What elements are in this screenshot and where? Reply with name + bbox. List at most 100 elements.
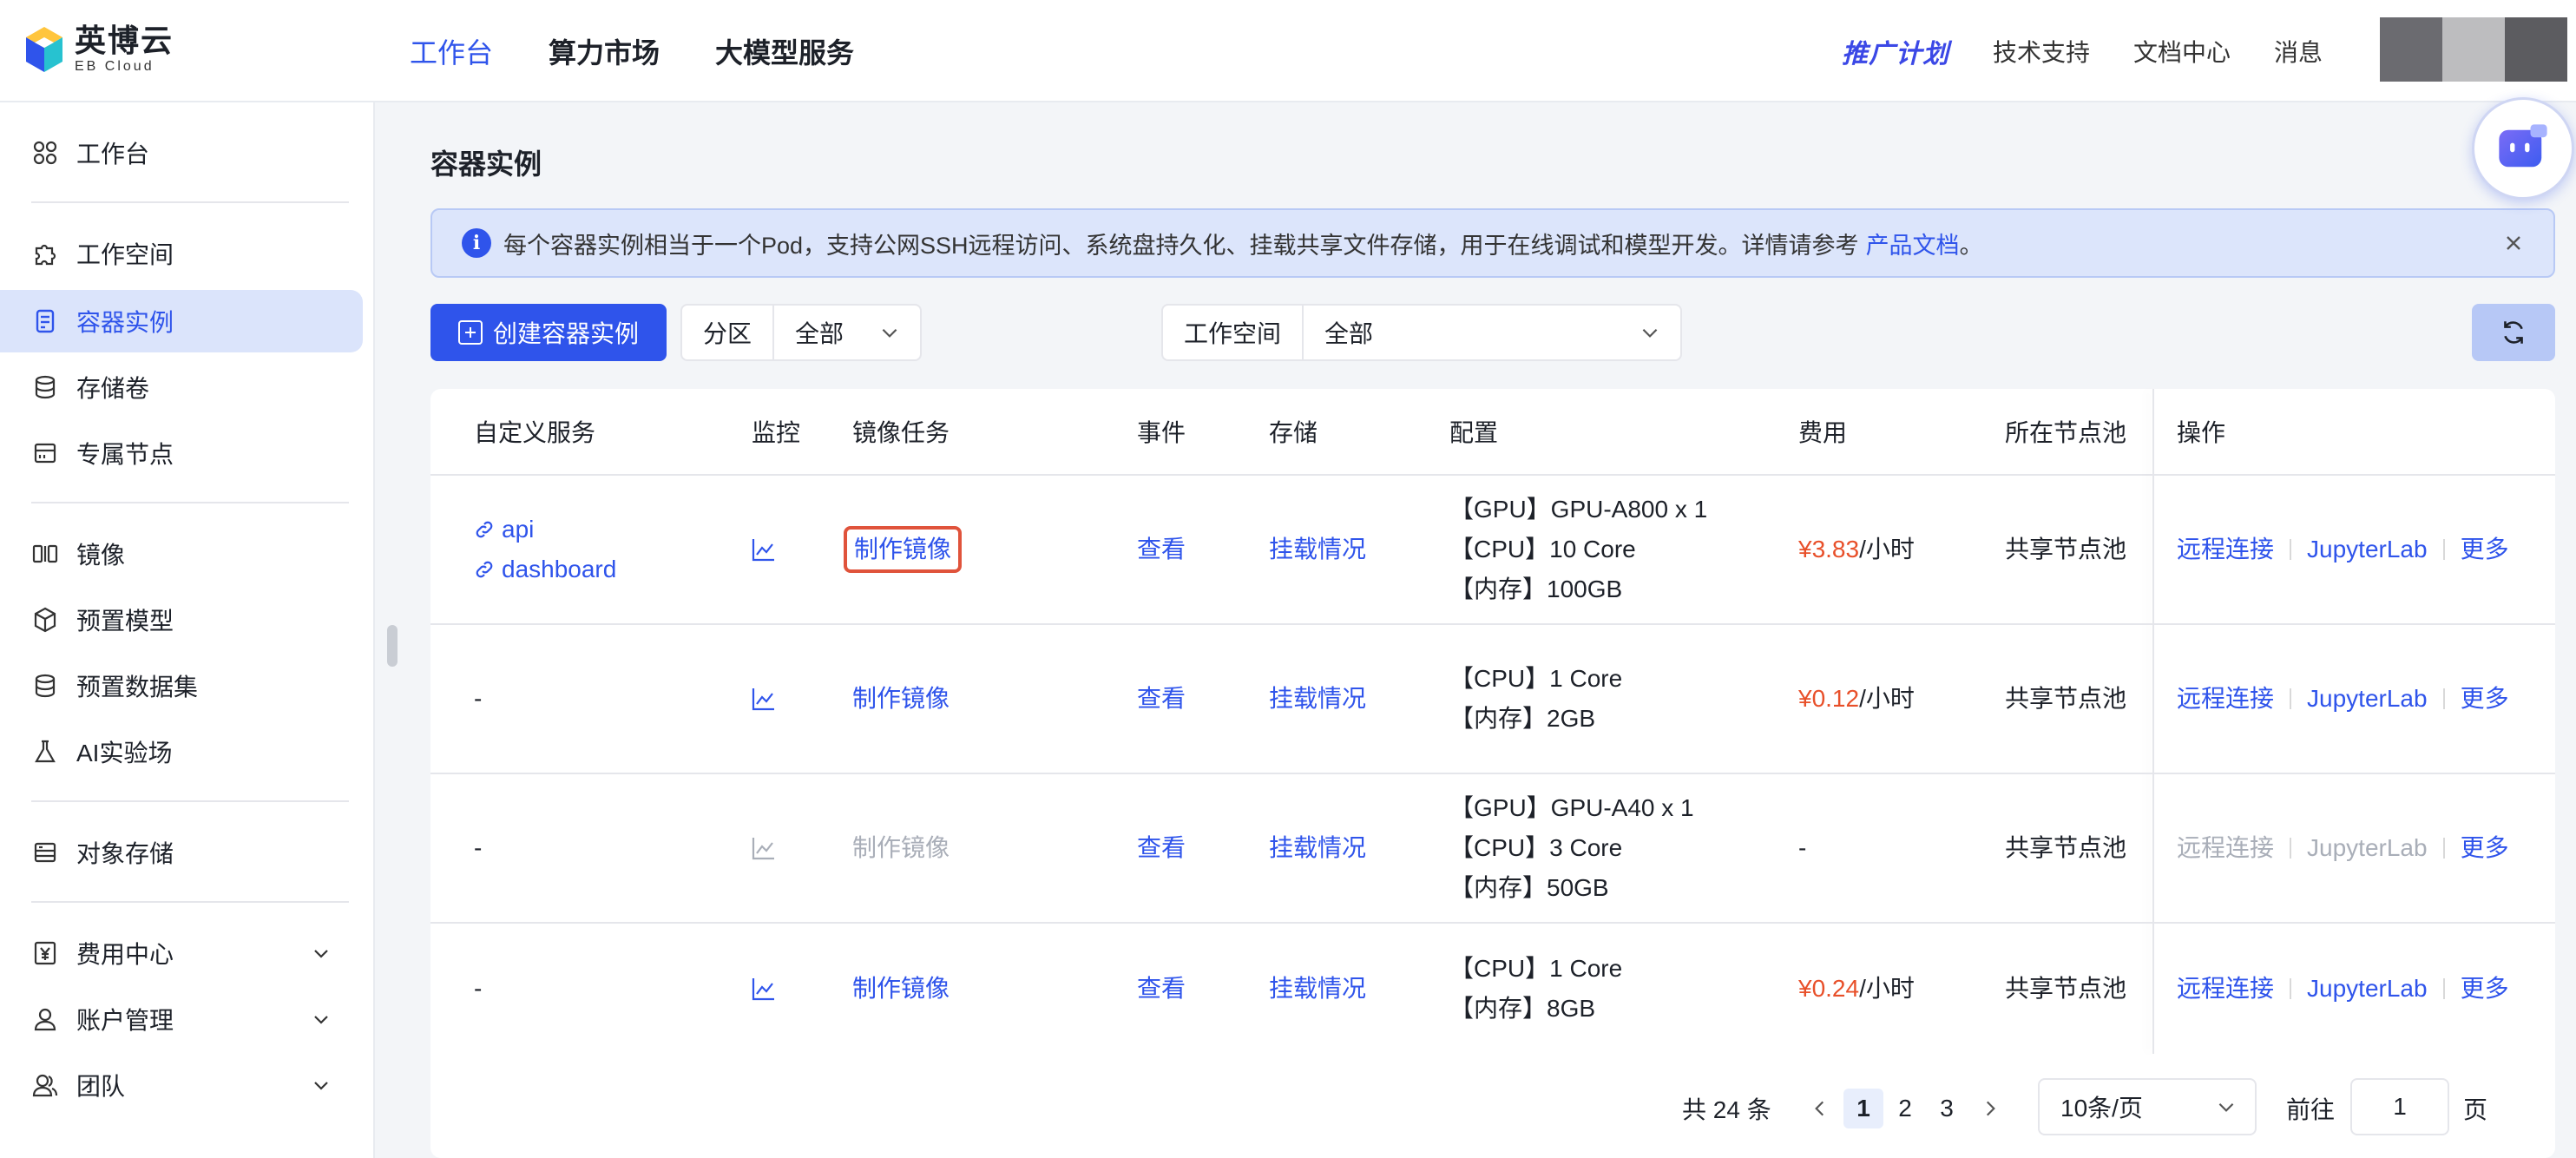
col-header-config: 配置 <box>1449 419 1499 446</box>
view-events-link[interactable]: 查看 <box>1137 476 1186 623</box>
avatar[interactable] <box>2380 17 2567 82</box>
page-3[interactable]: 3 <box>1927 1089 1967 1128</box>
monitor-chart-button[interactable] <box>750 625 778 773</box>
remote-connect-button[interactable]: 远程连接 <box>2177 679 2274 719</box>
table-row: - <box>474 834 483 861</box>
create-instance-button[interactable]: 创建容器实例 <box>430 304 667 361</box>
chevron-down-icon <box>314 1082 328 1090</box>
sidebar-item-team[interactable]: 团队 <box>0 1054 363 1116</box>
top-bar: 英博云 EB Cloud 工作台 算力市场 大模型服务 推广计划 技术支持 文档… <box>0 0 2576 102</box>
promo-link[interactable]: 推广计划 <box>1842 32 1949 70</box>
sidebar-item-dedicated-node[interactable]: 专属节点 <box>0 422 363 484</box>
image-icon <box>32 544 58 563</box>
puzzle-icon <box>35 244 56 266</box>
col-header-monitor: 监控 <box>752 419 801 446</box>
pagination-total: 共 24 条 <box>1682 1096 1771 1123</box>
sidebar-item-account[interactable]: 账户管理 <box>0 988 363 1050</box>
sidebar-collapse-handle[interactable] <box>387 625 398 667</box>
cube-icon <box>34 607 56 633</box>
goto-page-input[interactable] <box>2350 1078 2449 1135</box>
ai-assistant-button[interactable] <box>2472 97 2574 200</box>
close-icon[interactable] <box>2500 229 2527 257</box>
partition-select[interactable]: 分区 全部 <box>680 304 922 361</box>
docs-link[interactable]: 文档中心 <box>2133 34 2231 69</box>
chevron-right-icon[interactable] <box>1979 1097 2001 1120</box>
more-button[interactable]: 更多 <box>2461 679 2509 719</box>
page-1[interactable]: 1 <box>1843 1089 1883 1128</box>
more-button[interactable]: 更多 <box>2461 828 2509 868</box>
container-icon <box>36 309 55 333</box>
top-nav-workbench[interactable]: 工作台 <box>410 31 493 71</box>
tech-support-link[interactable]: 技术支持 <box>1993 34 2090 69</box>
yen-icon <box>34 941 56 965</box>
view-events-link[interactable]: 查看 <box>1137 924 1186 1054</box>
page-size-select[interactable]: 10条/页 <box>2038 1078 2257 1135</box>
remote-connect-button[interactable]: 远程连接 <box>2177 969 2274 1009</box>
logo-icon <box>25 26 63 73</box>
service-link-dashboard[interactable]: dashboard <box>474 549 616 589</box>
jupyterlab-button[interactable]: JupyterLab <box>2307 530 2428 569</box>
monitor-chart-button[interactable] <box>750 924 778 1054</box>
jupyterlab-button[interactable]: JupyterLab <box>2307 679 2428 719</box>
dataset-icon <box>35 674 56 698</box>
goto-label: 前往 <box>2286 1096 2336 1123</box>
make-image-button[interactable]: 制作镜像 <box>844 526 963 573</box>
cost-cell: ¥0.12 /小时 <box>1798 685 1915 712</box>
actions-cell: 远程连接 JupyterLab 更多 <box>2177 924 2509 1054</box>
sidebar-item-label: 团队 <box>76 1073 126 1100</box>
mount-status-link[interactable]: 挂载情况 <box>1269 625 1366 773</box>
sidebar-item-container-instance[interactable]: 容器实例 <box>0 290 363 352</box>
sidebar-item-preset-dataset[interactable]: 预置数据集 <box>0 655 363 717</box>
database-icon <box>35 375 56 399</box>
sidebar-item-label: 对象存储 <box>76 840 174 867</box>
messages-link[interactable]: 消息 <box>2274 34 2323 69</box>
refresh-button[interactable] <box>2472 304 2555 361</box>
instances-table: 自定义服务 监控 镜像任务 事件 存储 配置 费用 所在节点池 操作 api d… <box>430 389 2555 1158</box>
chevron-down-icon <box>882 328 897 338</box>
node-pool-cell: 共享节点池 <box>2005 536 2127 563</box>
product-docs-link[interactable]: 产品文档 <box>1866 227 1960 260</box>
remote-connect-button[interactable]: 远程连接 <box>2177 530 2274 569</box>
sidebar-item-image[interactable]: 镜像 <box>0 523 363 585</box>
cost-cell: - <box>1798 834 1807 861</box>
sidebar-item-object-storage[interactable]: 对象存储 <box>0 821 363 884</box>
workspace-value: 全部 <box>1324 320 1374 347</box>
robot-icon <box>2499 124 2547 168</box>
top-nav-llm-service[interactable]: 大模型服务 <box>715 31 854 71</box>
sidebar-item-workbench[interactable]: 工作台 <box>0 122 363 184</box>
node-pool-cell: 共享节点池 <box>2005 975 2127 1002</box>
jupyterlab-button[interactable]: JupyterLab <box>2307 969 2428 1009</box>
mount-status-link[interactable]: 挂载情况 <box>1269 924 1366 1054</box>
monitor-chart-button[interactable] <box>750 476 778 623</box>
make-image-button[interactable]: 制作镜像 <box>852 924 950 1054</box>
view-events-link[interactable]: 查看 <box>1137 774 1186 922</box>
monitor-chart-button <box>750 774 778 922</box>
mount-status-link[interactable]: 挂载情况 <box>1269 476 1366 623</box>
workspace-select[interactable]: 工作空间 全部 <box>1161 304 1682 361</box>
brand-logo[interactable]: 英博云 EB Cloud <box>24 21 174 78</box>
col-header-storage: 存储 <box>1269 419 1318 446</box>
node-pool-cell: 共享节点池 <box>2005 685 2127 712</box>
node-pool-cell: 共享节点池 <box>2005 834 2127 861</box>
sidebar-item-preset-model[interactable]: 预置模型 <box>0 589 363 651</box>
more-button[interactable]: 更多 <box>2461 969 2509 1009</box>
sidebar-item-storage-volume[interactable]: 存储卷 <box>0 356 363 418</box>
top-nav: 工作台 算力市场 大模型服务 <box>410 0 854 102</box>
server-icon <box>34 443 56 464</box>
top-nav-compute-market[interactable]: 算力市场 <box>549 31 660 71</box>
sidebar-divider <box>31 201 349 203</box>
mount-status-link[interactable]: 挂载情况 <box>1269 774 1366 922</box>
page-2[interactable]: 2 <box>1885 1089 1925 1128</box>
chevron-left-icon[interactable] <box>1809 1097 1831 1120</box>
bucket-icon <box>34 842 56 863</box>
sidebar-item-ai-playground[interactable]: AI实验场 <box>0 720 363 783</box>
view-events-link[interactable]: 查看 <box>1137 625 1186 773</box>
jupyterlab-button: JupyterLab <box>2307 834 2428 861</box>
make-image-button[interactable]: 制作镜像 <box>852 625 950 773</box>
sidebar-item-workspace[interactable]: 工作空间 <box>0 222 363 285</box>
sidebar-item-billing[interactable]: 费用中心 <box>0 922 363 984</box>
more-button[interactable]: 更多 <box>2461 530 2509 569</box>
service-link-api[interactable]: api <box>474 510 534 549</box>
sidebar-item-label: 预置数据集 <box>76 674 199 701</box>
pagination: 1 2 3 <box>1809 1082 2001 1135</box>
